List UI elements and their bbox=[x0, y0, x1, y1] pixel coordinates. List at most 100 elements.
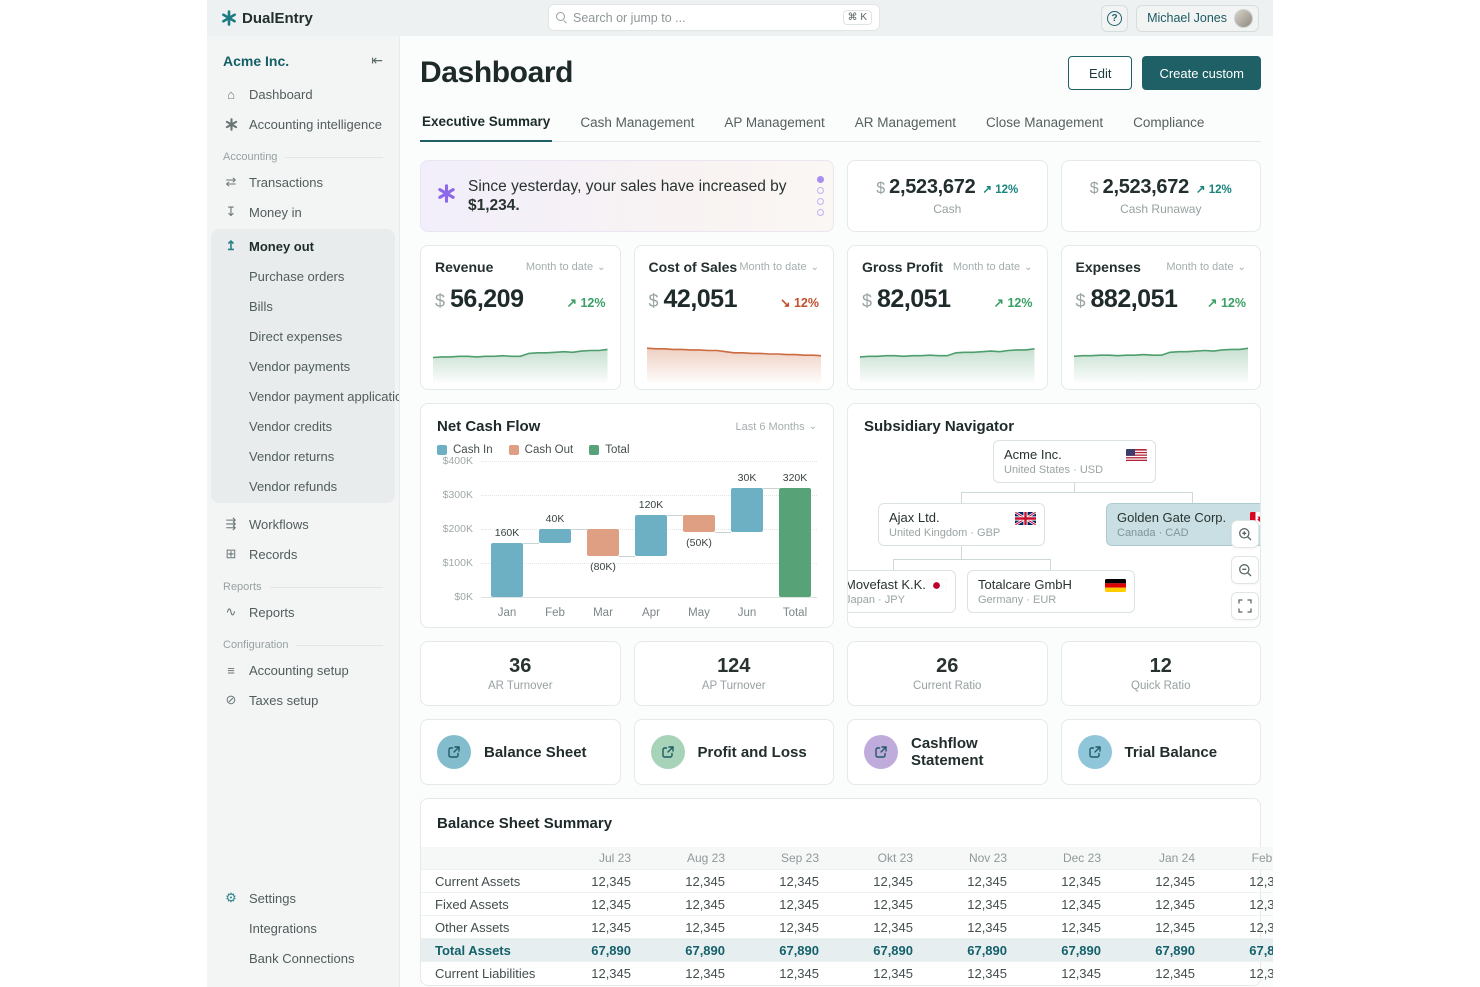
cell: 67,890 bbox=[645, 939, 739, 962]
balance-sheet-summary-card: Balance Sheet Summary Jul 23Aug 23Sep 23… bbox=[420, 798, 1261, 986]
sidebar-item-money-out[interactable]: ↥Money out bbox=[211, 231, 395, 261]
sidebar-item-transactions[interactable]: ⇄Transactions bbox=[207, 167, 399, 197]
cell: 67,890 bbox=[1021, 939, 1115, 962]
ratio-label: Current Ratio bbox=[913, 680, 981, 692]
cell: 12,345 bbox=[1021, 916, 1115, 939]
table-title: Balance Sheet Summary bbox=[421, 799, 1260, 847]
user-menu[interactable]: Michael Jones bbox=[1136, 5, 1259, 32]
sidebar-item-vendor-credits[interactable]: Vendor credits bbox=[211, 411, 395, 441]
org-node-acme-inc[interactable]: Acme Inc.United States · USD bbox=[993, 440, 1156, 483]
sidebar-item-vendor-refunds[interactable]: Vendor refunds bbox=[211, 471, 395, 501]
cell: 67,890 bbox=[927, 939, 1021, 962]
x-tick-label: May bbox=[675, 607, 723, 619]
tabs-bar: Executive Summary Cash Management AP Manag… bbox=[420, 104, 1261, 142]
fullscreen-button[interactable] bbox=[1231, 592, 1259, 620]
sidebar-item-accounting-setup[interactable]: ≡ Accounting setup bbox=[207, 655, 399, 685]
sliders-icon: ≡ bbox=[223, 663, 239, 678]
report-link-trial-balance[interactable]: Trial Balance bbox=[1061, 719, 1262, 785]
sidebar-item-label: Accounting setup bbox=[249, 663, 349, 678]
zoom-out-button[interactable] bbox=[1231, 556, 1259, 584]
org-node-ajax-ltd[interactable]: Ajax Ltd.United Kingdom · GBP bbox=[878, 503, 1045, 546]
divider bbox=[270, 587, 383, 588]
tab-cash-management[interactable]: Cash Management bbox=[578, 115, 696, 141]
sidebar-item-money-in[interactable]: ↧Money in bbox=[207, 197, 399, 227]
kpi-title: Gross Profit bbox=[862, 259, 943, 275]
carousel-dot[interactable] bbox=[817, 209, 824, 216]
sidebar-item-label: Vendor payments bbox=[249, 359, 350, 374]
search-bar[interactable]: ⌘ K bbox=[548, 4, 880, 31]
sidebar-item-label: Transactions bbox=[249, 175, 323, 190]
column-header: Jul 23 bbox=[551, 847, 645, 870]
org-connector bbox=[961, 492, 962, 503]
column-header: Sep 23 bbox=[739, 847, 833, 870]
column-header: Dec 23 bbox=[1021, 847, 1115, 870]
collapse-left-icon[interactable]: ⇤ bbox=[371, 52, 383, 69]
kpi-card-revenue: RevenueMonth to date⌄$56,209↗ 12% bbox=[420, 245, 621, 390]
external-link-icon bbox=[437, 735, 471, 769]
sidebar-item-reports[interactable]: ∿Reports bbox=[207, 597, 399, 627]
sidebar-item-label: Taxes setup bbox=[249, 693, 318, 708]
stat-value-row: $2,523,672↗ 12% bbox=[1090, 176, 1232, 199]
subsidiary-region: Germany · EUR bbox=[978, 594, 1124, 606]
row-label: Total Assets bbox=[421, 939, 551, 962]
chart-icon: ∿ bbox=[223, 604, 239, 620]
sidebar-item-records[interactable]: ⊞Records bbox=[207, 539, 399, 569]
stat-card-cash: $2,523,672↗ 12%Cash bbox=[847, 160, 1048, 232]
period-dropdown[interactable]: Month to date⌄ bbox=[1166, 261, 1246, 273]
subsidiary-region: United Kingdom · GBP bbox=[889, 527, 1034, 539]
sidebar-item-accounting-intelligence[interactable]: Accounting intelligence bbox=[207, 109, 399, 139]
tab-ap-management[interactable]: AP Management bbox=[722, 115, 826, 141]
org-switcher: Acme Inc. ⇤ bbox=[207, 48, 399, 79]
sidebar-item-label: Workflows bbox=[249, 517, 309, 532]
sidebar-item-settings[interactable]: ⚙Settings bbox=[207, 883, 399, 913]
sidebar-item-integrations[interactable]: Integrations bbox=[207, 913, 399, 943]
org-node-movefast-k-k[interactable]: Movefast K.K.Japan · JPY bbox=[848, 570, 956, 613]
sidebar-item-direct-expenses[interactable]: Direct expenses bbox=[211, 321, 395, 351]
sidebar-item-vendor-payment-applications[interactable]: Vendor payment applications bbox=[211, 381, 395, 411]
period-dropdown[interactable]: Month to date⌄ bbox=[526, 261, 606, 273]
tab-ar-management[interactable]: AR Management bbox=[853, 115, 958, 141]
sidebar-item-purchase-orders[interactable]: Purchase orders bbox=[211, 261, 395, 291]
carousel-dot[interactable] bbox=[817, 198, 824, 205]
table-row-total-assets: Total Assets67,89067,89067,89067,89067,8… bbox=[421, 939, 1273, 962]
sidebar-item-bills[interactable]: Bills bbox=[211, 291, 395, 321]
tab-compliance[interactable]: Compliance bbox=[1131, 115, 1206, 141]
org-connector bbox=[961, 492, 1192, 493]
period-dropdown[interactable]: Month to date⌄ bbox=[739, 261, 819, 273]
waterfall-bar-apr bbox=[635, 515, 667, 556]
cell: 12,345 bbox=[1115, 870, 1209, 893]
search-input[interactable] bbox=[573, 11, 837, 25]
sidebar-item-dashboard[interactable]: ⌂Dashboard bbox=[207, 79, 399, 109]
report-link-profit-and-loss[interactable]: Profit and Loss bbox=[634, 719, 835, 785]
period-dropdown[interactable]: Month to date⌄ bbox=[953, 261, 1033, 273]
sidebar-item-bank-connections[interactable]: Bank Connections bbox=[207, 943, 399, 973]
chevron-down-icon: ⌄ bbox=[1238, 262, 1246, 273]
chart-range-value: Last 6 Months bbox=[736, 421, 805, 433]
cell: 12,345 bbox=[551, 962, 645, 985]
tab-close-management[interactable]: Close Management bbox=[984, 115, 1105, 141]
insight-amount: $1,234. bbox=[468, 197, 520, 214]
bar-label: 320K bbox=[771, 472, 819, 484]
create-custom-button[interactable]: Create custom bbox=[1142, 56, 1261, 90]
zoom-in-button[interactable] bbox=[1231, 520, 1259, 548]
sidebar-section-reports: Reports bbox=[223, 581, 383, 593]
chart-range-dropdown[interactable]: Last 6 Months ⌄ bbox=[736, 421, 817, 433]
help-button[interactable]: ? bbox=[1101, 5, 1128, 32]
sidebar-item-vendor-returns[interactable]: Vendor returns bbox=[211, 441, 395, 471]
edit-button[interactable]: Edit bbox=[1068, 56, 1132, 90]
cell: 12,345 bbox=[739, 962, 833, 985]
carousel-dot[interactable] bbox=[817, 187, 824, 194]
report-link-cashflow-statement[interactable]: Cashflow Statement bbox=[847, 719, 1048, 785]
gridline bbox=[481, 495, 817, 496]
report-link-balance-sheet[interactable]: Balance Sheet bbox=[420, 719, 621, 785]
waterfall-bar-jun bbox=[731, 488, 763, 532]
sidebar-item-taxes-setup[interactable]: ⊘Taxes setup bbox=[207, 685, 399, 715]
org-node-totalcare-gmbh[interactable]: Totalcare GmbHGermany · EUR bbox=[967, 570, 1135, 613]
tab-executive-summary[interactable]: Executive Summary bbox=[420, 114, 552, 142]
sidebar-item-workflows[interactable]: ⇶Workflows bbox=[207, 509, 399, 539]
carousel-dot[interactable] bbox=[817, 176, 824, 183]
table-row-current-liabilities: Current Liabilities12,34512,34512,34512,… bbox=[421, 962, 1273, 985]
kpi-header: Cost of SalesMonth to date⌄ bbox=[649, 259, 820, 275]
sidebar-item-label: Records bbox=[249, 547, 297, 562]
sidebar-item-vendor-payments[interactable]: Vendor payments bbox=[211, 351, 395, 381]
